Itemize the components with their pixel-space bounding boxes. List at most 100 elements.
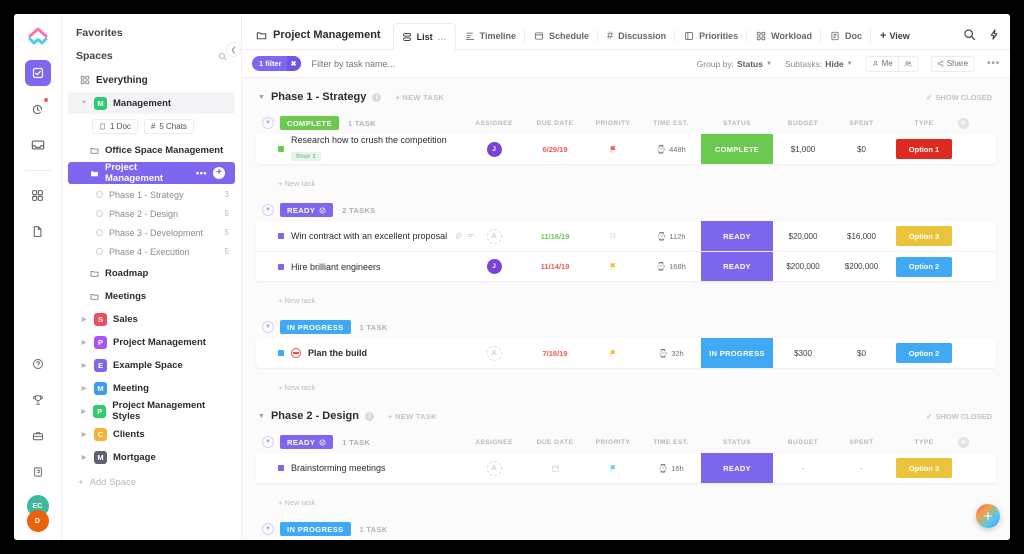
type-cell[interactable]: Option 3 bbox=[890, 453, 958, 483]
sidebar-list-phase-3[interactable]: Phase 3 - Development 5 bbox=[62, 223, 241, 242]
budget-cell[interactable]: $1,000 bbox=[773, 134, 833, 164]
tab-timeline[interactable]: Timeline bbox=[456, 23, 525, 49]
time-estimate-cell[interactable]: ⌚ 448h bbox=[641, 134, 701, 164]
sidebar-favorites-header[interactable]: Favorites bbox=[62, 14, 241, 45]
chevron-right-icon[interactable]: ▶ bbox=[80, 454, 88, 461]
sidebar-list-phase-1[interactable]: Phase 1 - Strategy 3 bbox=[62, 185, 241, 204]
tab-schedule[interactable]: Schedule bbox=[525, 23, 598, 49]
budget-cell[interactable]: $300 bbox=[773, 338, 833, 368]
tab-list[interactable]: List ... bbox=[392, 23, 456, 50]
tab-more-icon[interactable]: ... bbox=[438, 32, 447, 42]
rail-item-tasks[interactable] bbox=[24, 60, 51, 86]
assignees-filter-button[interactable] bbox=[897, 56, 917, 71]
status-badge[interactable]: IN PROGRESS bbox=[280, 522, 351, 536]
chevron-right-icon[interactable]: ▶ bbox=[80, 316, 88, 323]
spent-cell[interactable]: $0 bbox=[833, 338, 890, 368]
chevron-down-icon[interactable]: ▼ bbox=[258, 413, 265, 420]
info-icon[interactable]: i bbox=[372, 92, 382, 102]
sidebar-folder-office-space-management[interactable]: Office Space Management bbox=[68, 139, 235, 161]
type-cell[interactable]: Option 2 bbox=[890, 338, 958, 368]
time-estimate-cell[interactable]: ⌚ 16h bbox=[641, 453, 701, 483]
sidebar-space-meeting[interactable]: ▶ M Meeting bbox=[68, 377, 235, 399]
task-name-cell[interactable]: Research how to crush the competition fl… bbox=[256, 134, 463, 164]
chevron-right-icon[interactable]: ▶ bbox=[80, 339, 88, 346]
priority-cell[interactable] bbox=[585, 252, 641, 281]
time-estimate-cell[interactable]: ⌚ 168h bbox=[641, 252, 701, 281]
task-name-cell[interactable]: Brainstorming meetings bbox=[256, 453, 463, 483]
sidebar-space-example-space[interactable]: ▶ E Example Space bbox=[68, 354, 235, 376]
me-filter-button[interactable]: Me bbox=[867, 57, 898, 71]
rail-item-trophy[interactable] bbox=[25, 387, 51, 413]
due-date-cell[interactable]: 6/29/19 bbox=[525, 134, 585, 164]
sidebar-space-sales[interactable]: ▶ S Sales bbox=[68, 308, 235, 330]
rail-item-dashboard[interactable] bbox=[25, 182, 51, 208]
create-button[interactable]: + bbox=[976, 504, 1000, 528]
budget-cell[interactable]: - bbox=[773, 453, 833, 483]
assignee-cell[interactable]: J bbox=[463, 134, 525, 164]
chevron-down-icon[interactable]: ▼ bbox=[258, 94, 265, 101]
status-cell[interactable]: IN PROGRESS bbox=[701, 338, 773, 368]
table-row[interactable]: Research how to crush the competition fl… bbox=[256, 134, 996, 164]
type-cell[interactable]: Option 1 bbox=[890, 134, 958, 164]
status-cell[interactable]: READY bbox=[701, 252, 773, 281]
priority-cell[interactable] bbox=[585, 453, 641, 483]
chevron-right-icon[interactable]: ▶ bbox=[80, 431, 88, 438]
task-name-cell[interactable]: Hire brilliant engineers bbox=[256, 252, 463, 281]
sidebar-item-everything[interactable]: Everything bbox=[68, 69, 235, 91]
task-name-cell[interactable]: Win contract with an excellent proposal bbox=[256, 221, 474, 251]
active-filter-pill[interactable]: 1 filter ✖ bbox=[252, 56, 301, 71]
sidebar-space-clients[interactable]: ▶ C Clients bbox=[68, 423, 235, 445]
tab-discussion[interactable]: # Discussion bbox=[598, 23, 676, 49]
attachment-icon[interactable] bbox=[454, 232, 462, 240]
task-board[interactable]: ▼ Phase 1 - Strategy i + NEW TASK ✓ SHOW… bbox=[242, 78, 1010, 540]
search-icon[interactable] bbox=[963, 28, 976, 41]
sidebar-list-phase-4[interactable]: Phase 4 - Execution 5 bbox=[62, 242, 241, 261]
sidebar-chip-doc[interactable]: 1 Doc bbox=[92, 119, 138, 134]
status-badge[interactable]: READY bbox=[280, 203, 334, 217]
collapse-group-icon[interactable]: ▼ bbox=[262, 204, 274, 216]
collapse-group-icon[interactable]: ▼ bbox=[262, 523, 274, 535]
search-icon[interactable] bbox=[218, 52, 227, 61]
new-task-button[interactable]: + NEW TASK bbox=[388, 412, 437, 421]
assignee-cell[interactable] bbox=[463, 453, 525, 483]
add-list-button[interactable]: + bbox=[213, 167, 225, 179]
tab-doc[interactable]: Doc bbox=[821, 23, 872, 49]
sidebar-space-project-management[interactable]: ▶ P Project Management bbox=[68, 331, 235, 353]
rail-item-clipboard[interactable] bbox=[25, 459, 51, 485]
sidebar-folder-project-management[interactable]: Project Management ••• + bbox=[68, 162, 235, 184]
new-task-button[interactable]: + NEW TASK bbox=[395, 93, 444, 102]
budget-cell[interactable]: $20,000 bbox=[773, 221, 833, 251]
due-date-cell[interactable]: 11/16/19 bbox=[525, 221, 585, 251]
status-badge[interactable]: IN PROGRESS bbox=[280, 320, 351, 334]
sidebar-chip-chats[interactable]: # 5 Chats bbox=[143, 119, 194, 134]
rail-item-help[interactable] bbox=[25, 351, 51, 377]
table-row[interactable]: Win contract with an excellent proposal bbox=[256, 221, 996, 251]
add-task-row[interactable]: + New task bbox=[256, 492, 996, 512]
table-row[interactable]: Plan the build 7/18/19 ⌚ 32h IN PROGRESS… bbox=[256, 338, 996, 368]
clickup-logo-icon[interactable] bbox=[25, 24, 51, 50]
sidebar-list-phase-2[interactable]: Phase 2 - Design 5 bbox=[62, 204, 241, 223]
avatar-user-d[interactable]: D bbox=[26, 510, 49, 532]
due-date-cell[interactable] bbox=[525, 453, 585, 483]
group-by-dropdown[interactable]: Group by: Status ▼ bbox=[697, 59, 772, 69]
status-cell[interactable]: READY bbox=[701, 221, 773, 251]
rail-item-notifications[interactable] bbox=[25, 96, 51, 122]
rail-item-briefcase[interactable] bbox=[25, 423, 51, 449]
spent-cell[interactable]: $0 bbox=[833, 134, 890, 164]
close-icon[interactable]: ✖ bbox=[286, 56, 301, 71]
status-badge[interactable]: READY bbox=[280, 435, 334, 449]
rail-item-docs[interactable] bbox=[25, 218, 51, 244]
search-input[interactable] bbox=[311, 58, 512, 69]
priority-cell[interactable] bbox=[585, 221, 641, 251]
priority-cell[interactable] bbox=[585, 134, 641, 164]
add-space-button[interactable]: + Add Space bbox=[62, 469, 241, 488]
time-estimate-cell[interactable]: ⌚ 112h bbox=[641, 221, 701, 251]
phase-header-phase-2[interactable]: ▼ Phase 2 - Design i + NEW TASK ✓ SHOW C… bbox=[256, 397, 996, 431]
show-closed-toggle[interactable]: ✓ SHOW CLOSED bbox=[926, 412, 992, 421]
show-closed-toggle[interactable]: ✓ SHOW CLOSED bbox=[926, 93, 992, 102]
add-column-button[interactable]: + bbox=[958, 117, 996, 129]
rail-item-inbox[interactable] bbox=[25, 132, 51, 158]
breadcrumb[interactable]: Project Management bbox=[250, 29, 393, 49]
chevron-right-icon[interactable]: ▶ bbox=[80, 362, 88, 369]
spent-cell[interactable]: $16,000 bbox=[833, 221, 890, 251]
